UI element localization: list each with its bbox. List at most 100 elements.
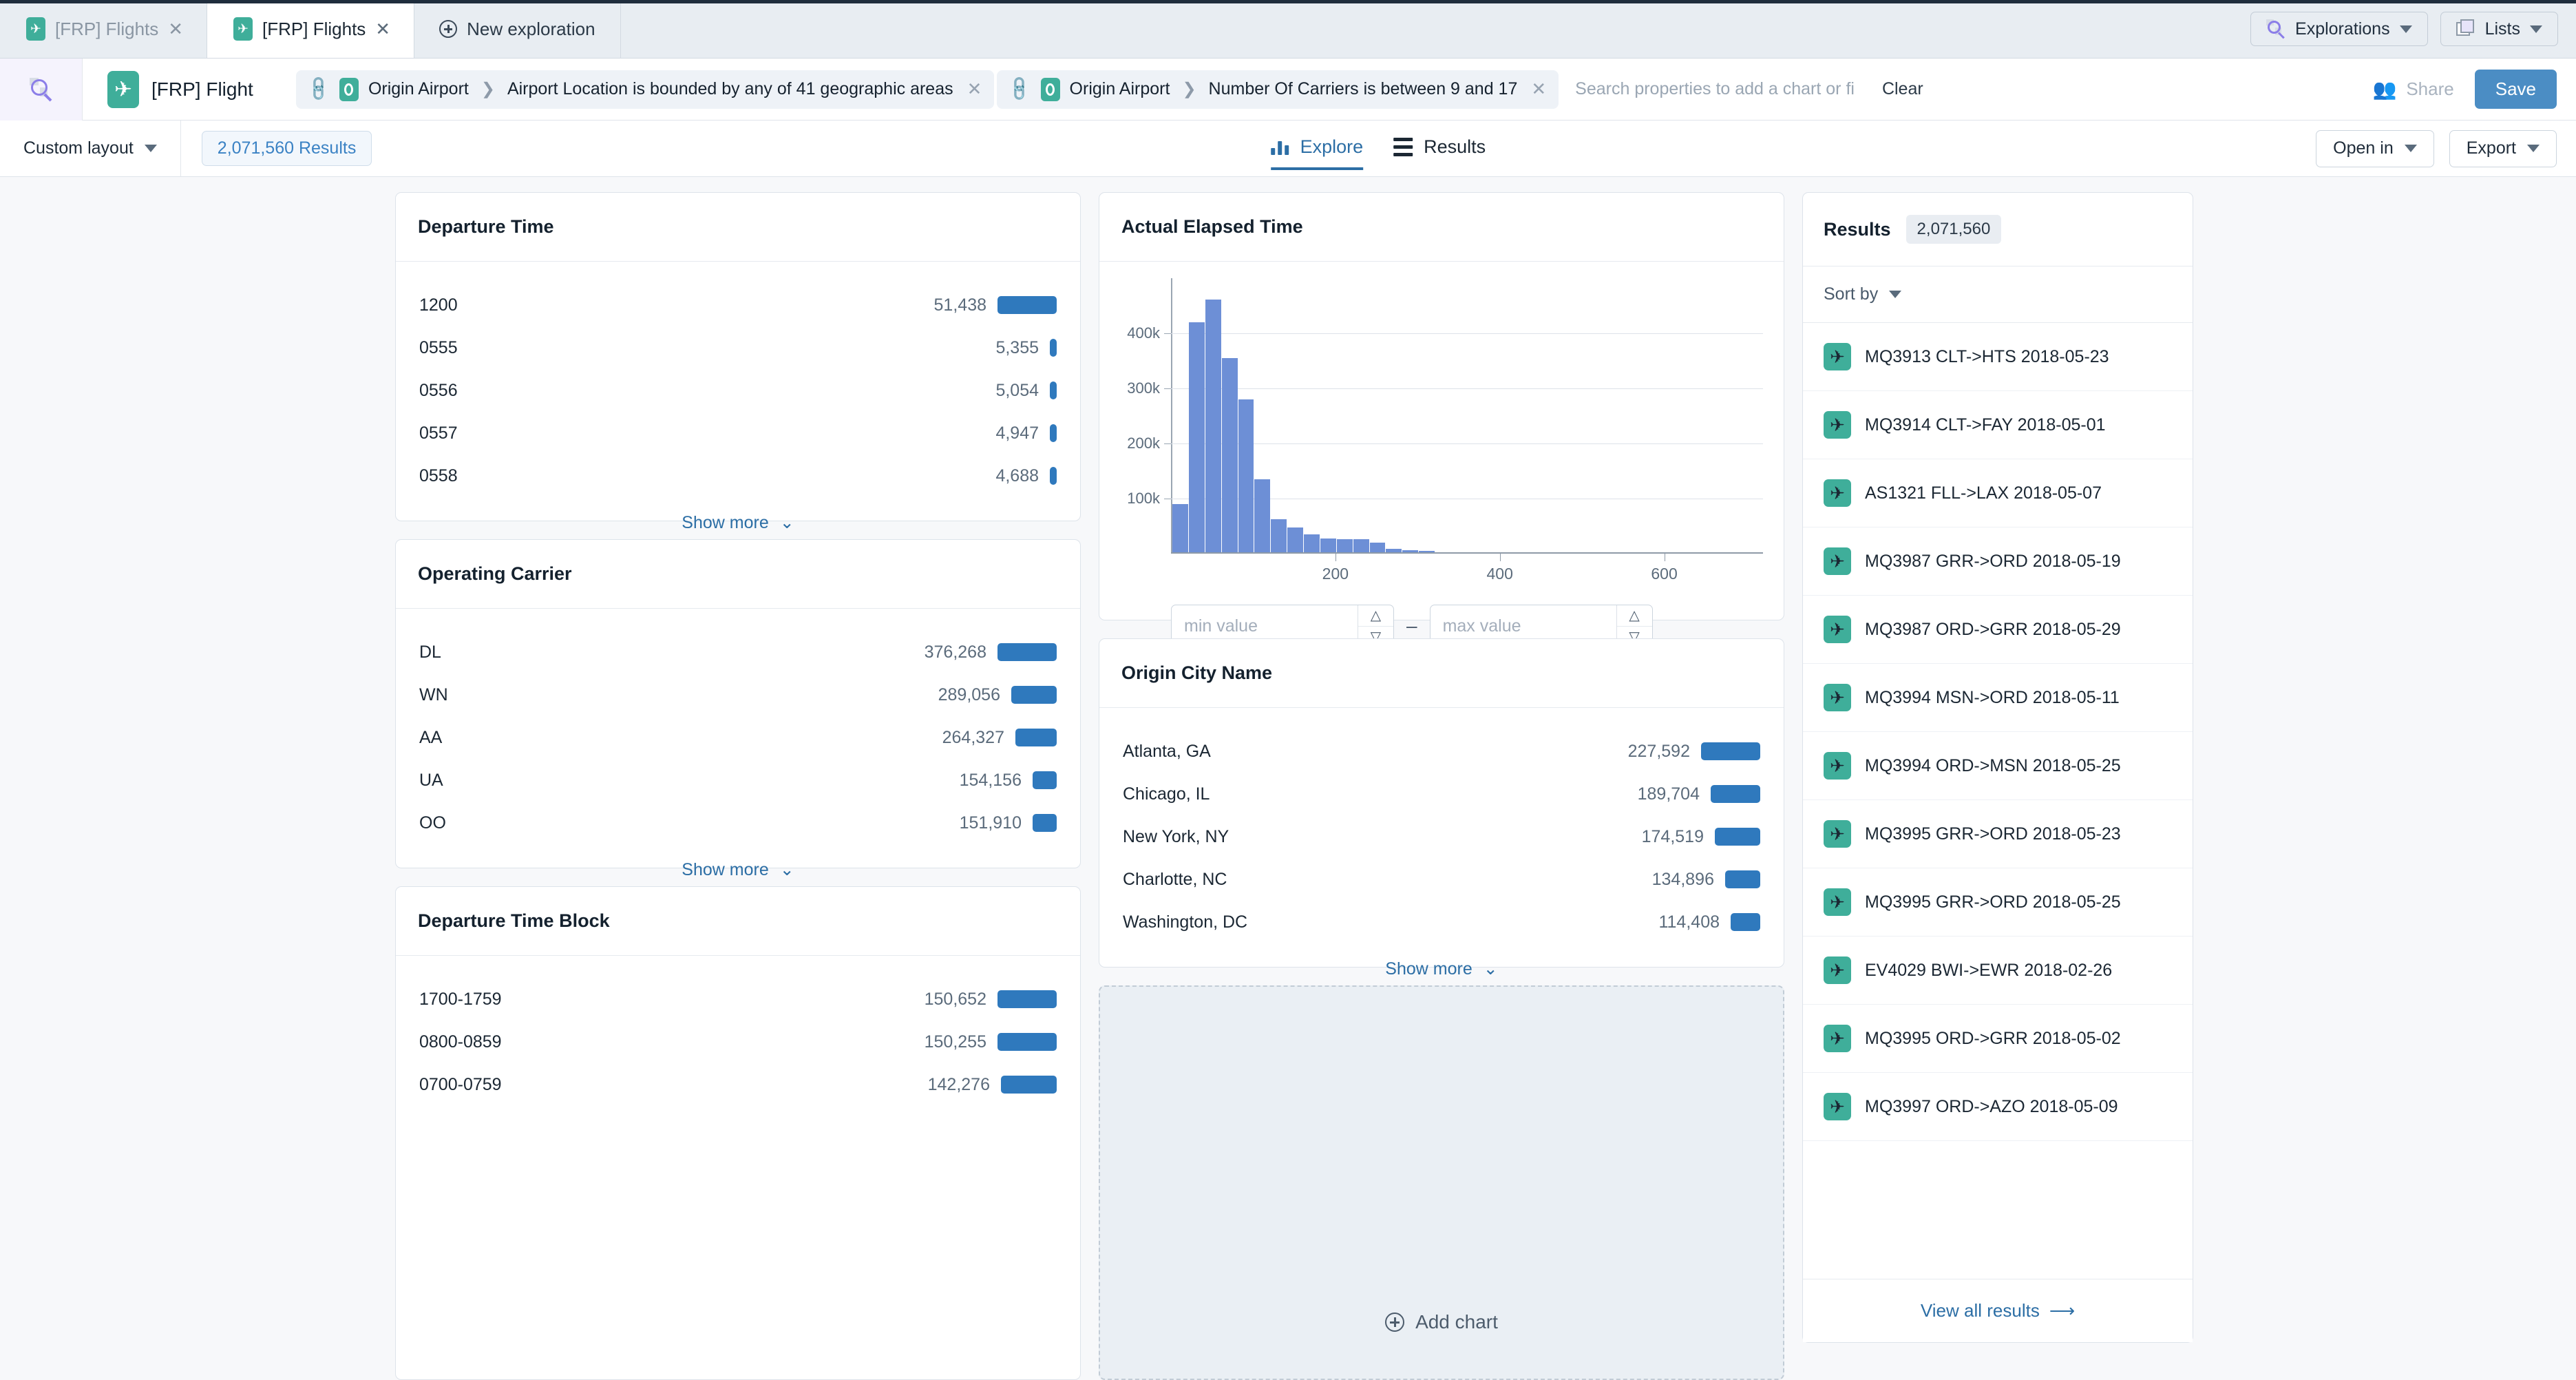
plane-icon: ✈ (1824, 820, 1851, 848)
results-list[interactable]: ✈ MQ3913 CLT->HTS 2018-05-23 ✈ MQ3914 CLT->… (1803, 323, 2193, 1279)
result-row[interactable]: ✈ AS1321 FLL->LAX 2018-05-07 (1803, 459, 2193, 527)
histogram-bar[interactable] (1287, 527, 1303, 552)
filter-condition-label: Airport Location is bounded by any of 41… (507, 79, 953, 98)
export-label: Export (2466, 138, 2516, 158)
bar-value: 151,910 (959, 813, 1022, 833)
layout-label: Custom layout (23, 138, 134, 158)
bar-list-item[interactable]: 0800-0859 150,255 (419, 1021, 1057, 1063)
save-button[interactable]: Save (2474, 70, 2557, 109)
tab-explore[interactable]: Explore (1271, 136, 1364, 170)
close-icon[interactable]: ✕ (168, 19, 183, 40)
new-exploration-button[interactable]: New exploration (414, 0, 621, 58)
histogram-bar[interactable] (1221, 358, 1238, 552)
explorations-label: Explorations (2295, 19, 2390, 39)
histogram-bar[interactable] (1238, 399, 1254, 552)
people-icon: 👥 (2372, 79, 2397, 100)
result-row[interactable]: ✈ MQ3913 CLT->HTS 2018-05-23 (1803, 323, 2193, 391)
result-row[interactable]: ✈ MQ3995 GRR->ORD 2018-05-23 (1803, 800, 2193, 868)
result-row[interactable]: ✈ MQ3987 GRR->ORD 2018-05-19 (1803, 527, 2193, 596)
explorations-button[interactable]: Explorations (2250, 12, 2428, 46)
filter-chip-2[interactable]: 🔗 Origin Airport ❯ Number Of Carriers is… (997, 70, 1559, 109)
result-row[interactable]: ✈ MQ3997 ORD->AZO 2018-05-09 (1803, 1073, 2193, 1141)
bar-list-item[interactable]: WN 289,056 (419, 673, 1057, 716)
histogram-bar[interactable] (1254, 479, 1271, 552)
bar-list-item[interactable]: Charlotte, NC 134,896 (1123, 858, 1760, 901)
sort-by-dropdown[interactable]: Sort by (1803, 266, 2193, 323)
result-row[interactable]: ✈ MQ3995 ORD->GRR 2018-05-02 (1803, 1005, 2193, 1073)
bar-list-item[interactable]: OO 151,910 (419, 802, 1057, 844)
global-search-button[interactable] (0, 58, 83, 121)
show-more-operating-carrier[interactable]: Show more ⌄ (419, 844, 1057, 890)
result-row[interactable]: ✈ MQ3995 GRR->ORD 2018-05-25 (1803, 868, 2193, 937)
layout-selector[interactable]: Custom layout (0, 121, 181, 176)
bar-list: DL 376,268 WN 289,056 AA 264,327 UA 154,156 OO 15… (419, 631, 1057, 844)
bar-label: 1700-1759 (419, 989, 502, 1009)
tab-explore-label: Explore (1300, 136, 1364, 157)
results-header: Results 2,071,560 (1803, 193, 2193, 266)
bar-label: 0800-0859 (419, 1032, 502, 1052)
bar-list-item[interactable]: Chicago, IL 189,704 (1123, 773, 1760, 815)
bar-list-item[interactable]: 0556 5,054 (419, 369, 1057, 412)
show-more-departure-time[interactable]: Show more ⌄ (419, 497, 1057, 543)
add-chart-placeholder[interactable]: Add chart (1099, 985, 1784, 1380)
histogram-bar[interactable] (1353, 539, 1369, 552)
histogram-bar[interactable] (1369, 543, 1386, 552)
bar-list-item[interactable]: DL 376,268 (419, 631, 1057, 673)
browser-tab-bar: ✈ [FRP] Flights ✕ ✈ [FRP] Flights ✕ New … (0, 0, 2576, 59)
bar-fill (997, 296, 1057, 314)
result-row[interactable]: ✈ MQ3994 MSN->ORD 2018-05-11 (1803, 664, 2193, 732)
remove-filter-icon[interactable]: ✕ (963, 79, 982, 100)
stepper-up-icon[interactable]: △ (1358, 605, 1393, 627)
histogram-bar[interactable] (1172, 503, 1188, 552)
share-button[interactable]: 👥 Share (2372, 78, 2453, 101)
bar-list-item[interactable]: UA 154,156 (419, 759, 1057, 802)
bar-value: 142,276 (927, 1074, 990, 1094)
bar-list-item[interactable]: AA 264,327 (419, 716, 1057, 759)
filter-chip-1[interactable]: 🔗 Origin Airport ❯ Airport Location is b… (295, 70, 995, 109)
card-body: Atlanta, GA 227,592 Chicago, IL 189,704 New … (1099, 708, 1784, 1001)
histogram-bar[interactable] (1336, 539, 1353, 552)
show-more-origin-city[interactable]: Show more ⌄ (1123, 943, 1760, 989)
histogram-bar[interactable] (1320, 539, 1336, 552)
result-row[interactable]: ✈ MQ3987 ORD->GRR 2018-05-29 (1803, 596, 2193, 664)
bar-list-item[interactable]: Atlanta, GA 227,592 (1123, 730, 1760, 773)
bar-list-item[interactable]: New York, NY 174,519 (1123, 815, 1760, 858)
bar-list-item[interactable]: 0557 4,947 (419, 412, 1057, 454)
export-button[interactable]: Export (2449, 129, 2557, 167)
histogram-bar[interactable] (1188, 322, 1205, 552)
app-header: ✈ [FRP] Flight 🔗 Origin Airport ❯ Airpor… (0, 58, 2576, 121)
view-all-results-button[interactable]: View all results ⟶ (1803, 1279, 2193, 1342)
tab-results[interactable]: Results (1393, 136, 1486, 160)
results-count-pill[interactable]: 2,071,560 Results (201, 131, 372, 166)
tab-flights-1[interactable]: ✈ [FRP] Flights ✕ (0, 0, 208, 58)
stepper-up-icon[interactable]: △ (1616, 605, 1652, 627)
result-row[interactable]: ✈ EV4029 BWI->EWR 2018-02-26 (1803, 937, 2193, 1005)
bar-list-item[interactable]: 0700-0759 142,276 (419, 1063, 1057, 1106)
result-label: MQ3987 GRR->ORD 2018-05-19 (1865, 551, 2121, 571)
bar-list-item[interactable]: 0555 5,355 (419, 326, 1057, 369)
property-search-input[interactable]: Search properties to add a chart or fi (1561, 79, 1868, 99)
card-title: Actual Elapsed Time (1121, 216, 1303, 237)
result-label: MQ3997 ORD->AZO 2018-05-09 (1865, 1096, 2118, 1116)
bar-list-item[interactable]: 0558 4,688 (419, 454, 1057, 497)
histogram-bar[interactable] (1271, 519, 1287, 552)
bar-value: 5,355 (995, 337, 1039, 357)
bar-label: 0700-0759 (419, 1074, 502, 1094)
result-row[interactable]: ✈ MQ3994 ORD->MSN 2018-05-25 (1803, 732, 2193, 800)
bar-list-item[interactable]: 1200 51,438 (419, 284, 1057, 326)
lists-button[interactable]: Lists (2440, 12, 2558, 46)
search-icon (2266, 19, 2285, 39)
bar-list-item[interactable]: Washington, DC 114,408 (1123, 901, 1760, 943)
open-in-button[interactable]: Open in (2316, 129, 2434, 167)
close-icon[interactable]: ✕ (375, 19, 390, 40)
histogram-bars (1172, 278, 1763, 552)
remove-filter-icon[interactable]: ✕ (1527, 79, 1546, 100)
tab-flights-2[interactable]: ✈ [FRP] Flights ✕ (207, 0, 415, 58)
histogram-bar[interactable] (1304, 534, 1320, 552)
histogram-bar[interactable] (1205, 299, 1221, 552)
bar-list-item[interactable]: 1700-1759 150,652 (419, 978, 1057, 1021)
result-row[interactable]: ✈ MQ3914 CLT->FAY 2018-05-01 (1803, 391, 2193, 459)
clear-filters-button[interactable]: Clear (1871, 79, 1934, 99)
card-title: Departure Time (418, 216, 554, 237)
bar-value: 189,704 (1637, 784, 1700, 804)
